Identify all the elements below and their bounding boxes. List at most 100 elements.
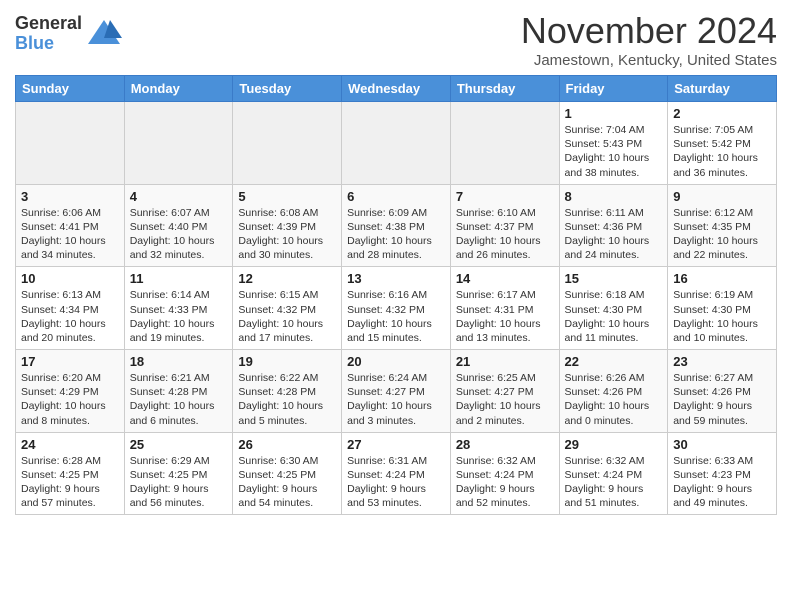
day-number: 24 [21,437,119,452]
calendar-cell [450,102,559,185]
day-number: 28 [456,437,554,452]
day-info: Sunrise: 6:16 AM Sunset: 4:32 PM Dayligh… [347,288,445,345]
day-number: 17 [21,354,119,369]
calendar-cell [342,102,451,185]
calendar-cell: 28 Sunrise: 6:32 AM Sunset: 4:24 PM Dayli… [450,432,559,515]
weekday-header-row: SundayMondayTuesdayWednesdayThursdayFrid… [16,76,777,102]
calendar-cell: 22 Sunrise: 6:26 AM Sunset: 4:26 PM Dayli… [559,350,668,433]
calendar-cell: 10 Sunrise: 6:13 AM Sunset: 4:34 PM Dayli… [16,267,125,350]
day-number: 2 [673,106,771,121]
calendar-cell: 19 Sunrise: 6:22 AM Sunset: 4:28 PM Dayli… [233,350,342,433]
weekday-header-monday: Monday [124,76,233,102]
calendar-cell: 20 Sunrise: 6:24 AM Sunset: 4:27 PM Dayli… [342,350,451,433]
calendar-cell: 7 Sunrise: 6:10 AM Sunset: 4:37 PM Daylig… [450,184,559,267]
day-info: Sunrise: 6:10 AM Sunset: 4:37 PM Dayligh… [456,206,554,263]
day-info: Sunrise: 6:24 AM Sunset: 4:27 PM Dayligh… [347,371,445,428]
logo-icon [86,16,122,52]
weekday-header-friday: Friday [559,76,668,102]
calendar-cell: 18Sunrise: 6:21 AM Sunset: 4:28 PM Dayli… [124,350,233,433]
day-info: Sunrise: 6:26 AM Sunset: 4:26 PM Dayligh… [565,371,663,428]
calendar-cell [16,102,125,185]
calendar-cell [124,102,233,185]
day-info: Sunrise: 6:18 AM Sunset: 4:30 PM Dayligh… [565,288,663,345]
day-number: 7 [456,189,554,204]
day-number: 12 [238,271,336,286]
day-number: 29 [565,437,663,452]
weekday-header-tuesday: Tuesday [233,76,342,102]
calendar-week-2: 3Sunrise: 6:06 AM Sunset: 4:41 PM Daylig… [16,184,777,267]
day-info: Sunrise: 6:12 AM Sunset: 4:35 PM Dayligh… [673,206,771,263]
calendar-cell: 15Sunrise: 6:18 AM Sunset: 4:30 PM Dayli… [559,267,668,350]
logo: General Blue [15,14,122,54]
weekday-header-wednesday: Wednesday [342,76,451,102]
day-number: 26 [238,437,336,452]
day-number: 6 [347,189,445,204]
calendar-week-1: 1Sunrise: 7:04 AM Sunset: 5:43 PM Daylig… [16,102,777,185]
calendar-cell: 23Sunrise: 6:27 AM Sunset: 4:26 PM Dayli… [668,350,777,433]
day-info: Sunrise: 6:31 AM Sunset: 4:24 PM Dayligh… [347,454,445,511]
day-number: 8 [565,189,663,204]
day-info: Sunrise: 6:29 AM Sunset: 4:25 PM Dayligh… [130,454,228,511]
day-number: 20 [347,354,445,369]
day-info: Sunrise: 7:04 AM Sunset: 5:43 PM Dayligh… [565,123,663,180]
calendar-cell: 3Sunrise: 6:06 AM Sunset: 4:41 PM Daylig… [16,184,125,267]
calendar-cell: 6 Sunrise: 6:09 AM Sunset: 4:38 PM Daylig… [342,184,451,267]
day-info: Sunrise: 6:17 AM Sunset: 4:31 PM Dayligh… [456,288,554,345]
day-info: Sunrise: 6:11 AM Sunset: 4:36 PM Dayligh… [565,206,663,263]
day-number: 23 [673,354,771,369]
day-number: 4 [130,189,228,204]
calendar-cell: 9 Sunrise: 6:12 AM Sunset: 4:35 PM Daylig… [668,184,777,267]
day-info: Sunrise: 6:07 AM Sunset: 4:40 PM Dayligh… [130,206,228,263]
day-number: 3 [21,189,119,204]
page-header: General Blue November 2024 Jamestown, Ke… [15,10,777,69]
day-info: Sunrise: 6:13 AM Sunset: 4:34 PM Dayligh… [21,288,119,345]
day-number: 9 [673,189,771,204]
day-number: 5 [238,189,336,204]
day-info: Sunrise: 6:33 AM Sunset: 4:23 PM Dayligh… [673,454,771,511]
weekday-header-saturday: Saturday [668,76,777,102]
calendar-cell: 29Sunrise: 6:32 AM Sunset: 4:24 PM Dayli… [559,432,668,515]
calendar-cell: 24Sunrise: 6:28 AM Sunset: 4:25 PM Dayli… [16,432,125,515]
title-section: November 2024 Jamestown, Kentucky, Unite… [521,10,777,69]
calendar-week-4: 17 Sunrise: 6:20 AM Sunset: 4:29 PM Dayli… [16,350,777,433]
day-info: Sunrise: 6:19 AM Sunset: 4:30 PM Dayligh… [673,288,771,345]
day-info: Sunrise: 6:25 AM Sunset: 4:27 PM Dayligh… [456,371,554,428]
day-number: 11 [130,271,228,286]
day-info: Sunrise: 6:14 AM Sunset: 4:33 PM Dayligh… [130,288,228,345]
day-number: 19 [238,354,336,369]
day-number: 22 [565,354,663,369]
calendar-cell: 27 Sunrise: 6:31 AM Sunset: 4:24 PM Dayli… [342,432,451,515]
calendar-cell: 1Sunrise: 7:04 AM Sunset: 5:43 PM Daylig… [559,102,668,185]
day-info: Sunrise: 6:15 AM Sunset: 4:32 PM Dayligh… [238,288,336,345]
day-number: 27 [347,437,445,452]
calendar-cell: 25Sunrise: 6:29 AM Sunset: 4:25 PM Dayli… [124,432,233,515]
calendar-cell: 11 Sunrise: 6:14 AM Sunset: 4:33 PM Dayli… [124,267,233,350]
calendar-cell: 2 Sunrise: 7:05 AM Sunset: 5:42 PM Daylig… [668,102,777,185]
location-title: Jamestown, Kentucky, United States [521,52,777,69]
calendar-table: SundayMondayTuesdayWednesdayThursdayFrid… [15,75,777,515]
calendar-body: 1Sunrise: 7:04 AM Sunset: 5:43 PM Daylig… [16,102,777,515]
day-number: 13 [347,271,445,286]
day-number: 14 [456,271,554,286]
calendar-week-3: 10 Sunrise: 6:13 AM Sunset: 4:34 PM Dayli… [16,267,777,350]
calendar-cell: 5 Sunrise: 6:08 AM Sunset: 4:39 PM Daylig… [233,184,342,267]
day-info: Sunrise: 6:21 AM Sunset: 4:28 PM Dayligh… [130,371,228,428]
day-info: Sunrise: 6:22 AM Sunset: 4:28 PM Dayligh… [238,371,336,428]
day-number: 21 [456,354,554,369]
calendar-cell: 16 Sunrise: 6:19 AM Sunset: 4:30 PM Dayli… [668,267,777,350]
logo-general: General [15,14,82,34]
calendar-cell: 12 Sunrise: 6:15 AM Sunset: 4:32 PM Dayli… [233,267,342,350]
calendar-cell: 30Sunrise: 6:33 AM Sunset: 4:23 PM Dayli… [668,432,777,515]
day-info: Sunrise: 6:30 AM Sunset: 4:25 PM Dayligh… [238,454,336,511]
day-info: Sunrise: 6:20 AM Sunset: 4:29 PM Dayligh… [21,371,119,428]
calendar-cell: 26 Sunrise: 6:30 AM Sunset: 4:25 PM Dayli… [233,432,342,515]
calendar-cell: 8 Sunrise: 6:11 AM Sunset: 4:36 PM Daylig… [559,184,668,267]
day-info: Sunrise: 6:32 AM Sunset: 4:24 PM Dayligh… [456,454,554,511]
calendar-cell: 14 Sunrise: 6:17 AM Sunset: 4:31 PM Dayli… [450,267,559,350]
day-info: Sunrise: 6:08 AM Sunset: 4:39 PM Dayligh… [238,206,336,263]
day-info: Sunrise: 6:09 AM Sunset: 4:38 PM Dayligh… [347,206,445,263]
day-info: Sunrise: 7:05 AM Sunset: 5:42 PM Dayligh… [673,123,771,180]
day-number: 10 [21,271,119,286]
calendar-cell: 13 Sunrise: 6:16 AM Sunset: 4:32 PM Dayli… [342,267,451,350]
day-number: 16 [673,271,771,286]
